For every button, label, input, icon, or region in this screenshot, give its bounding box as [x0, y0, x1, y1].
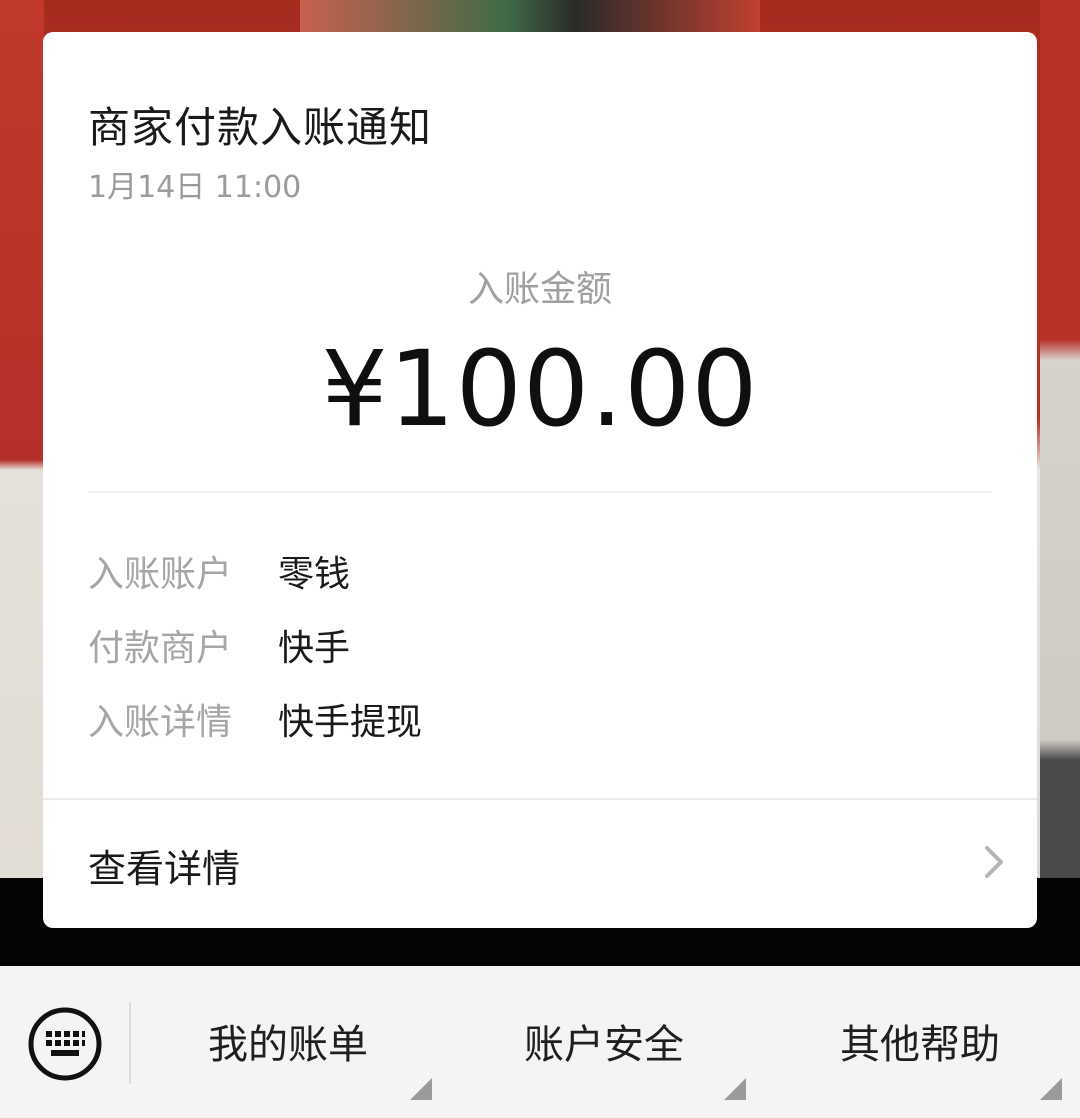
menu-account-security[interactable]: 账户安全 [454, 1010, 754, 1080]
chevron-right-icon[interactable] [973, 842, 1013, 882]
notification-title: 商家付款入账通知 [88, 103, 433, 152]
keyboard-icon[interactable] [27, 1006, 103, 1082]
submenu-indicator-icon [410, 1078, 432, 1100]
menu-my-bill[interactable]: 我的账单 [138, 1010, 438, 1080]
info-value: 快手 [278, 628, 351, 669]
info-row-details: 入账详情 快手提现 [88, 694, 422, 744]
info-value: 快手提现 [278, 702, 423, 743]
info-key: 入账详情 [88, 702, 233, 743]
submenu-indicator-icon [724, 1078, 746, 1100]
info-key: 付款商户 [88, 628, 233, 669]
menu-separator [129, 1002, 131, 1084]
info-value: 零钱 [278, 554, 351, 595]
info-row-merchant: 付款商户 快手 [88, 620, 350, 670]
menu-other-help[interactable]: 其他帮助 [770, 1010, 1070, 1080]
amount-label: 入账金额 [467, 269, 612, 310]
background-left [0, 0, 44, 880]
amount-value: ¥100.00 [321, 328, 759, 450]
background-right [1040, 0, 1080, 880]
payment-notification-card: 商家付款入账通知 1月14日 11:00 入账金额 ¥100.00 入账账户 零… [43, 32, 1037, 928]
info-key: 入账账户 [88, 554, 233, 595]
notification-time: 1月14日 11:00 [88, 170, 302, 205]
divider [88, 491, 992, 493]
bottom-menu-bar: 我的账单 账户安全 其他帮助 [0, 966, 1080, 1118]
divider [43, 798, 1037, 800]
info-row-account: 入账账户 零钱 [88, 546, 350, 596]
submenu-indicator-icon [1040, 1078, 1062, 1100]
view-details-link[interactable]: 查看详情 [88, 838, 240, 893]
